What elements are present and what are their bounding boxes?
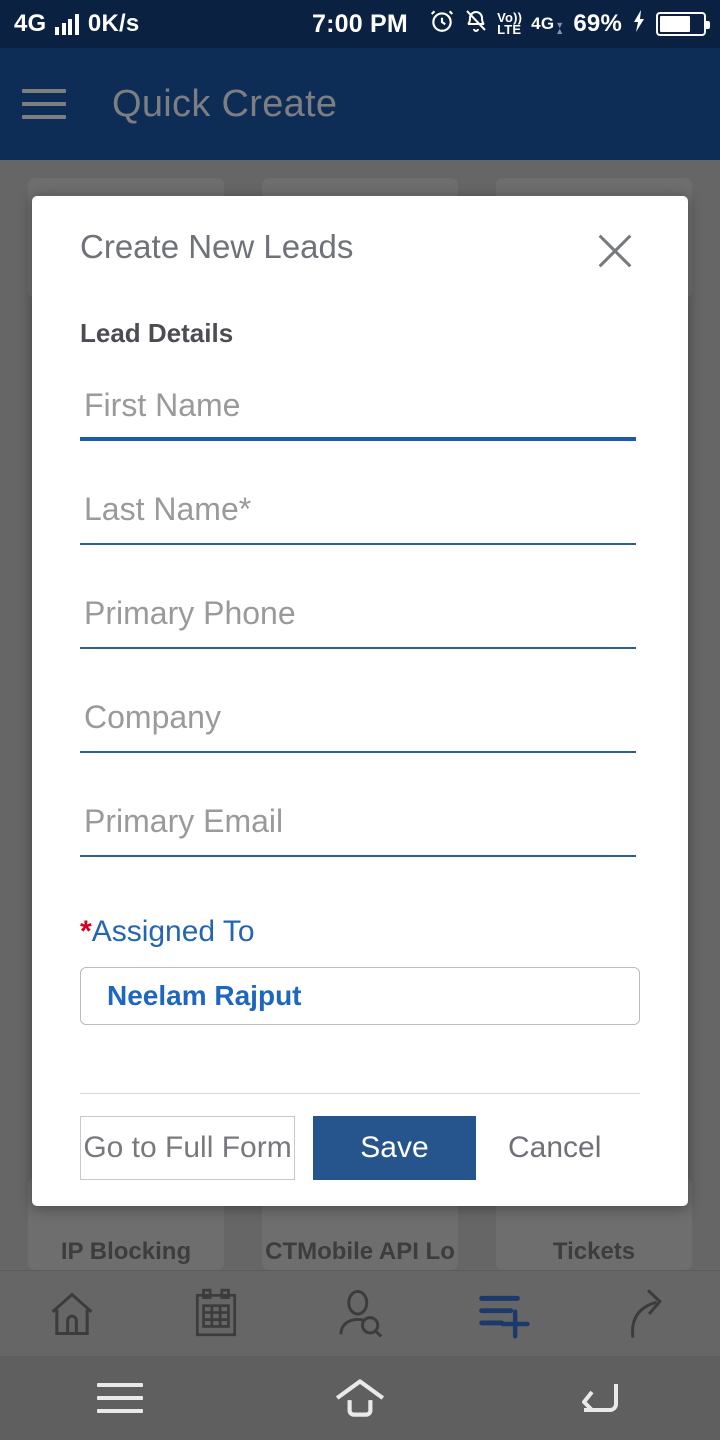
- primary-email-field[interactable]: Primary Email: [80, 801, 640, 869]
- battery-icon: [656, 12, 710, 36]
- first-name-placeholder: First Name: [84, 387, 241, 423]
- dialog-footer: Go to Full Form Save Cancel: [80, 1093, 640, 1180]
- charging-bolt-icon: [631, 9, 647, 40]
- mute-icon: [464, 8, 488, 41]
- assigned-to-label: *Assigned To: [80, 915, 255, 948]
- footer-divider: [80, 1093, 640, 1094]
- status-bar-right: Vo)) LTE 4G ▼ ▲ 69%: [429, 8, 710, 41]
- volte-icon: Vo)) LTE: [497, 9, 523, 37]
- cancel-button[interactable]: Cancel: [494, 1116, 615, 1180]
- primary-phone-field[interactable]: Primary Phone: [80, 593, 640, 661]
- assigned-to-value: Neelam Rajput: [107, 980, 302, 1011]
- second-network-icon: 4G ▼ ▲: [531, 14, 565, 36]
- dialog-title: Create New Leads: [80, 228, 354, 265]
- section-label: Lead Details: [80, 318, 234, 348]
- field-underline: [80, 647, 636, 649]
- assigned-to-selector[interactable]: Neelam Rajput: [80, 967, 640, 1025]
- alarm-icon: [429, 8, 455, 41]
- first-name-field[interactable]: First Name: [80, 385, 640, 453]
- field-underline: [80, 855, 636, 857]
- company-placeholder: Company: [84, 699, 221, 735]
- close-icon[interactable]: [592, 228, 638, 274]
- field-underline: [80, 437, 636, 441]
- field-underline: [80, 751, 636, 753]
- primary-email-placeholder: Primary Email: [84, 803, 284, 839]
- primary-phone-placeholder: Primary Phone: [84, 595, 296, 631]
- field-underline: [80, 543, 636, 545]
- last-name-field[interactable]: Last Name*: [80, 489, 640, 557]
- create-lead-dialog: Create New Leads Lead Details First Name…: [32, 196, 688, 1206]
- go-to-full-form-button[interactable]: Go to Full Form: [80, 1116, 295, 1180]
- required-asterisk: *: [80, 915, 92, 948]
- last-name-placeholder: Last Name*: [84, 491, 252, 527]
- dialog-header: Create New Leads: [80, 196, 640, 274]
- battery-percent-label: 69%: [573, 10, 622, 37]
- save-button[interactable]: Save: [313, 1116, 476, 1180]
- company-field[interactable]: Company: [80, 697, 640, 765]
- footer-button-row: Go to Full Form Save Cancel: [80, 1116, 640, 1180]
